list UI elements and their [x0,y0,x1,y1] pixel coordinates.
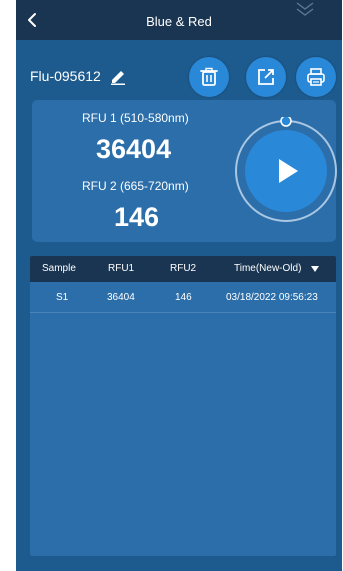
device-name: Flu-095612 [30,68,101,84]
app-screen: Blue & Red Flu-095612 RFU 1 (510-580nm) … [16,0,342,571]
pencil-icon[interactable] [109,67,127,85]
cell-sample: S1 [56,292,69,303]
print-button[interactable] [296,57,336,97]
rfu1-label: RFU 1 (510-580nm) [82,111,189,125]
column-sample[interactable]: Sample [42,263,76,274]
results-table: Sample RFU1 RFU2 Time(New-Old) S1 36404 … [30,256,336,556]
play-button[interactable] [232,117,340,225]
delete-button[interactable] [189,57,229,97]
column-time[interactable]: Time(New-Old) [234,263,301,274]
device-row: Flu-095612 [30,66,127,86]
printer-icon [307,68,325,86]
table-header: Sample RFU1 RFU2 Time(New-Old) [30,256,336,282]
column-rfu2[interactable]: RFU2 [170,263,196,274]
readings-panel: RFU 1 (510-580nm) 36404 RFU 2 (665-720nm… [32,100,337,242]
cell-time: 03/18/2022 09:56:23 [226,292,318,303]
double-chevron-icon[interactable] [294,0,316,20]
column-rfu1[interactable]: RFU1 [108,263,134,274]
cell-rfu1: 36404 [107,292,135,303]
export-icon [258,69,274,85]
export-button[interactable] [246,57,286,97]
sort-down-icon[interactable] [311,265,319,273]
rfu2-label: RFU 2 (665-720nm) [82,179,189,193]
cell-rfu2: 146 [175,292,192,303]
trash-icon [200,67,218,86]
rfu1-value: 36404 [96,134,172,164]
rfu2-value: 146 [114,202,160,232]
table-row[interactable]: S1 36404 146 03/18/2022 09:56:23 [30,282,336,313]
top-bar: Blue & Red [16,0,342,40]
